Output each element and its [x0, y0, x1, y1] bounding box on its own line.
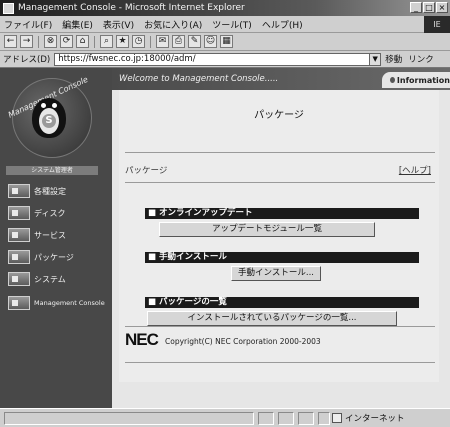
sidebar-item-management-console[interactable]: Management Console	[8, 292, 108, 314]
back-icon[interactable]: ←	[4, 35, 17, 48]
welcome-text: Welcome to Management Console.....	[119, 74, 279, 84]
stop-icon[interactable]: ⊗	[44, 35, 57, 48]
zone-label: インターネット	[345, 414, 405, 424]
divider	[125, 326, 435, 327]
package-icon	[8, 250, 30, 264]
menu-view[interactable]: 表示(V)	[103, 18, 134, 31]
address-bar: アドレス(D) https://fwsnec.co.jp:18000/adm/ …	[0, 51, 450, 68]
disk-icon	[8, 206, 30, 220]
service-icon	[8, 228, 30, 242]
refresh-icon[interactable]: ⟳	[60, 35, 73, 48]
address-input[interactable]: https://fwsnec.co.jp:18000/adm/	[54, 52, 371, 66]
browser-throbber-icon: IE	[424, 16, 450, 33]
menu-bar: ファイル(F) 編集(E) 表示(V) お気に入り(A) ツール(T) ヘルプ(…	[0, 16, 450, 33]
sidebar-item-label: パッケージ	[34, 252, 74, 262]
information-tab[interactable]: Information	[382, 72, 450, 88]
mail-icon[interactable]: ✉	[156, 35, 169, 48]
section-heading-online-update: ■ オンラインアップデート	[145, 208, 419, 219]
sidebar-item-label: システム	[34, 274, 66, 284]
history-icon[interactable]: ◷	[132, 35, 145, 48]
penguin-eye	[41, 103, 46, 108]
menu-file[interactable]: ファイル(F)	[4, 18, 52, 31]
information-label: Information	[396, 75, 450, 85]
status-pane	[258, 412, 274, 425]
close-button[interactable]: ×	[436, 2, 448, 13]
sidebar-item-label: ディスク	[34, 208, 66, 218]
window-controls: _ □ ×	[410, 2, 448, 13]
sidebar-item-label: 各種設定	[34, 186, 66, 196]
status-pane	[298, 412, 314, 425]
sidebar: Management Console S システム管理者 各種設定 ディスク サ…	[0, 68, 112, 408]
favorites-icon[interactable]: ★	[116, 35, 129, 48]
sidebar-item-system[interactable]: システム	[8, 270, 108, 288]
update-module-list-button[interactable]: アップデートモジュール一覧	[159, 222, 375, 237]
page-title: パッケージ	[254, 110, 304, 121]
window-title: Management Console - Microsoft Internet …	[18, 3, 245, 13]
manual-install-button[interactable]: 手動インストール...	[231, 266, 321, 281]
settings-icon	[8, 184, 30, 198]
sidebar-item-label: サービス	[34, 230, 66, 240]
installed-packages-button[interactable]: インストールされているパッケージの一覧...	[147, 311, 397, 326]
edit-icon[interactable]: ✎	[188, 35, 201, 48]
toolbar-divider	[94, 35, 95, 48]
penguin-badge: S	[42, 114, 56, 128]
address-label: アドレス(D)	[3, 55, 51, 65]
menu-help[interactable]: ヘルプ(H)	[262, 18, 303, 31]
print-icon[interactable]: ⎙	[172, 35, 185, 48]
toolbar-divider	[38, 35, 39, 48]
maximize-button[interactable]: □	[423, 2, 435, 13]
sidebar-item-label: Management Console	[34, 299, 105, 307]
status-bar: インターネット	[0, 408, 450, 427]
internet-zone-icon	[332, 413, 342, 423]
forward-icon[interactable]: →	[20, 35, 33, 48]
lock-icon	[318, 412, 330, 425]
minimize-button[interactable]: _	[410, 2, 422, 13]
status-pane	[4, 412, 254, 425]
sidebar-item-package[interactable]: パッケージ	[8, 248, 108, 266]
system-admin-label: システム管理者	[6, 166, 98, 175]
management-console-icon	[8, 296, 30, 310]
divider	[125, 152, 435, 153]
menu-favorites[interactable]: お気に入り(A)	[144, 18, 202, 31]
links-button[interactable]: リンク	[408, 53, 434, 65]
ie-icon	[3, 2, 14, 14]
nec-logo: NEC	[125, 330, 159, 349]
content-panel: パッケージ パッケージ [ヘルプ] ■ オンラインアップデート アップデートモジ…	[119, 90, 439, 382]
main-frame: Welcome to Management Console..... Infor…	[112, 68, 450, 408]
status-pane	[278, 412, 294, 425]
security-zone: インターネット	[332, 412, 405, 424]
sidebar-item-settings[interactable]: 各種設定	[8, 182, 108, 200]
sidebar-item-service[interactable]: サービス	[8, 226, 108, 244]
toolbar: ← → ⊗ ⟳ ⌂ ⌕ ★ ◷ ✉ ⎙ ✎ ☺ ▦	[0, 33, 450, 51]
search-icon[interactable]: ⌕	[100, 35, 113, 48]
copyright-text: Copyright(C) NEC Corporation 2000-2003	[165, 337, 321, 346]
home-icon[interactable]: ⌂	[76, 35, 89, 48]
sidebar-item-disk[interactable]: ディスク	[8, 204, 108, 222]
breadcrumb: パッケージ	[125, 166, 168, 176]
toolbar-divider	[150, 35, 151, 48]
header-strip: Welcome to Management Console..... Infor…	[112, 68, 450, 90]
menu-edit[interactable]: 編集(E)	[62, 18, 93, 31]
section-heading-manual-install: ■ 手動インストール	[145, 252, 419, 263]
help-link[interactable]: [ヘルプ]	[399, 164, 431, 176]
research-icon[interactable]: ▦	[220, 35, 233, 48]
messenger-icon[interactable]: ☺	[204, 35, 217, 48]
divider	[125, 182, 435, 183]
penguin-eye	[52, 103, 57, 108]
go-button[interactable]: 移動	[385, 53, 402, 65]
section-heading-package-list: ■ パッケージの一覧	[145, 297, 419, 308]
penguin-mascot-icon: S	[32, 98, 66, 138]
menu-tools[interactable]: ツール(T)	[212, 18, 252, 31]
divider	[125, 362, 435, 363]
info-icon	[390, 77, 395, 83]
chevron-down-icon[interactable]: ▼	[370, 52, 382, 66]
system-icon	[8, 272, 30, 286]
title-bar: Management Console - Microsoft Internet …	[0, 0, 450, 16]
